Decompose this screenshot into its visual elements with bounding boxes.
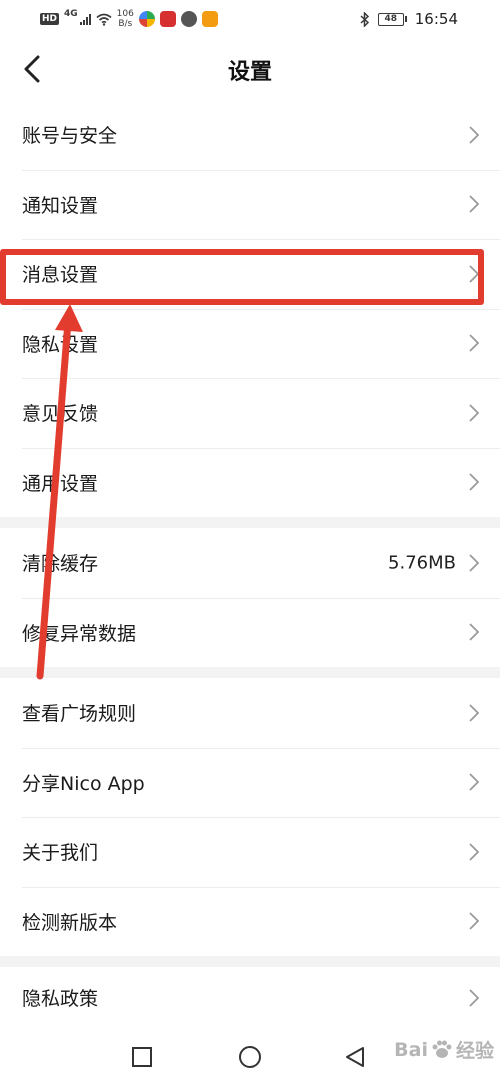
system-back-button[interactable] [340, 1042, 370, 1072]
chevron-right-icon [469, 265, 480, 283]
settings-item-account-security[interactable]: 账号与安全 [0, 100, 500, 170]
settings-group-policy: 隐私政策 [0, 967, 500, 1028]
settings-item-label: 账号与安全 [22, 125, 118, 148]
settings-item-general[interactable]: 通用设置 [0, 447, 500, 518]
chevron-right-icon [469, 704, 480, 722]
chevron-right-icon [469, 195, 480, 213]
clock: 16:54 [414, 10, 458, 28]
chevron-right-icon [469, 988, 480, 1007]
network-speed: 106 B/s [117, 9, 134, 29]
settings-item-message[interactable]: 消息设置 [0, 239, 500, 309]
settings-item-feedback[interactable]: 意见反馈 [0, 378, 500, 448]
back-triangle-icon [346, 1047, 364, 1067]
settings-item-label: 分享Nico App [22, 772, 145, 795]
watermark-text: Bai [394, 1038, 428, 1061]
chevron-right-icon [469, 126, 480, 144]
settings-item-label: 隐私政策 [22, 988, 99, 1010]
chevron-right-icon [469, 404, 480, 422]
chevron-right-icon [469, 334, 480, 352]
settings-item-label: 意见反馈 [22, 403, 99, 426]
chevron-right-icon [469, 623, 480, 641]
bluetooth-icon [360, 11, 369, 27]
settings-item-label: 通用设置 [22, 472, 99, 495]
settings-item-about-us[interactable]: 关于我们 [0, 817, 500, 887]
chevron-right-icon [469, 843, 480, 861]
nav-bar: 设置 [0, 38, 500, 100]
hd-badge: HD [40, 13, 60, 25]
chevron-right-icon [469, 473, 480, 491]
settings-item-clear-cache[interactable]: 清除缓存 5.76MB [0, 528, 500, 598]
settings-group-account: 账号与安全 通知设置 消息设置 隐私设置 意见反馈 通用设置 [0, 100, 500, 517]
status-bar-right: 48 16:54 [360, 8, 458, 30]
home-icon [239, 1046, 261, 1068]
settings-item-privacy[interactable]: 隐私设置 [0, 308, 500, 379]
settings-item-label: 消息设置 [22, 264, 99, 287]
settings-item-share-app[interactable]: 分享Nico App [0, 747, 500, 818]
settings-item-label: 清除缓存 [22, 553, 99, 576]
settings-item-label: 修复异常数据 [22, 622, 137, 645]
recent-apps-icon [132, 1047, 152, 1067]
settings-item-label: 查看广场规则 [22, 703, 137, 726]
app-notification-icon [138, 11, 155, 27]
cache-size-value: 5.76MB [388, 552, 456, 574]
status-bar-left: HD 4G 106 B/s [40, 8, 218, 30]
settings-item-label: 通知设置 [22, 194, 99, 217]
chevron-right-icon [469, 773, 480, 791]
recent-apps-button[interactable] [127, 1042, 157, 1072]
battery-level: 48 [377, 12, 404, 26]
settings-item-check-update[interactable]: 检测新版本 [0, 886, 500, 957]
settings-item-repair-data[interactable]: 修复异常数据 [0, 597, 500, 668]
chevron-right-icon [469, 554, 480, 572]
settings-item-label: 隐私设置 [22, 333, 99, 356]
watermark-suffix: 经验 [455, 1040, 494, 1062]
chevron-right-icon [469, 912, 480, 930]
paw-logo-icon [432, 1040, 452, 1058]
battery-icon: 48 [377, 12, 407, 26]
home-button[interactable] [235, 1042, 265, 1072]
wifi-icon [96, 13, 112, 26]
signal-icon [79, 13, 91, 25]
settings-item-label: 检测新版本 [22, 911, 118, 934]
app-notification-icon [180, 11, 197, 27]
settings-item-privacy-policy[interactable]: 隐私政策 [0, 967, 500, 1028]
app-notification-icon [201, 11, 218, 27]
page-title: 设置 [227, 60, 272, 85]
speed-unit: B/s [118, 19, 133, 29]
settings-group-about: 查看广场规则 分享Nico App 关于我们 检测新版本 [0, 678, 500, 956]
settings-item-square-rules[interactable]: 查看广场规则 [0, 678, 500, 748]
speed-value: 106 [116, 9, 134, 19]
settings-item-notification[interactable]: 通知设置 [0, 169, 500, 240]
app-notification-icon [159, 11, 176, 27]
network-type: 4G [64, 9, 78, 19]
settings-group-storage: 清除缓存 5.76MB 修复异常数据 [0, 528, 500, 667]
baidu-watermark: Bai 经验 [394, 1036, 494, 1063]
status-bar: HD 4G 106 B/s 48 16:54 [0, 0, 500, 38]
settings-item-label: 关于我们 [22, 842, 99, 865]
